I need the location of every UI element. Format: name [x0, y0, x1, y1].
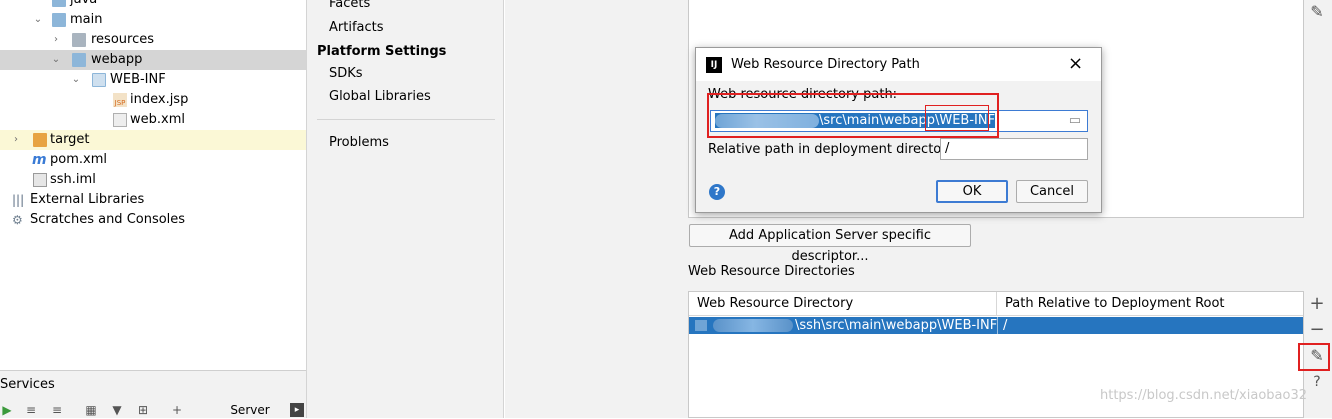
new-tab-icon[interactable]: ⊞: [136, 403, 150, 417]
web-folder-icon: [92, 73, 106, 87]
nav-item-problems[interactable]: Problems: [329, 135, 389, 150]
nav-item-sdks[interactable]: SDKs: [329, 66, 363, 81]
add-server-descriptor-button[interactable]: Add Application Server specific descript…: [689, 224, 971, 264]
expand-panel-icon[interactable]: ▸: [290, 403, 304, 417]
redacted-path: [713, 319, 793, 332]
maven-icon: m: [32, 152, 47, 168]
chevron-down-icon[interactable]: ⌄: [70, 70, 82, 90]
tree-item-scratches[interactable]: ⚙ Scratches and Consoles: [0, 210, 306, 230]
column-header-path[interactable]: Path Relative to Deployment Root: [997, 292, 1303, 316]
scratches-icon: ⚙: [12, 213, 23, 227]
tree-item-pom-xml[interactable]: m pom.xml: [0, 150, 306, 170]
folder-icon: [695, 320, 707, 331]
dialog-title: Web Resource Directory Path: [731, 57, 920, 72]
jsp-file-icon: JSP: [113, 93, 127, 107]
help-icon[interactable]: ?: [1309, 374, 1325, 390]
web-resource-directories-label: Web Resource Directories: [688, 264, 855, 279]
close-icon[interactable]: ×: [1068, 53, 1083, 74]
folder-icon: [72, 53, 86, 67]
cancel-button[interactable]: Cancel: [1016, 180, 1088, 203]
tree-item-web-inf[interactable]: ⌄ WEB-INF: [0, 70, 306, 90]
run-icon[interactable]: ▶: [0, 403, 14, 417]
relative-path-input[interactable]: /: [940, 138, 1088, 160]
services-panel: Services ▶ ≡ ≡ ▦ ▼ ⊞ + Server ▸: [0, 370, 306, 418]
services-toolbar: ▶ ≡ ≡ ▦ ▼ ⊞ + Server ▸: [0, 401, 306, 419]
watermark: https://blog.csdn.net/xiaobao32: [1100, 388, 1307, 403]
resources-folder-icon: [72, 33, 86, 47]
tree-item-ssh-iml[interactable]: ssh.iml: [0, 170, 306, 190]
nav-heading-platform-settings: Platform Settings: [317, 44, 447, 59]
dialog-titlebar[interactable]: IJ Web Resource Directory Path ×: [696, 48, 1101, 81]
tree-item-target[interactable]: › target: [0, 130, 306, 150]
expand-all-icon[interactable]: ≡: [24, 403, 38, 417]
table-row[interactable]: \ssh\src\main\webapp\WEB-INF /: [689, 317, 1303, 334]
tree-item-external-libraries[interactable]: ||| External Libraries: [0, 190, 306, 210]
filter-icon[interactable]: ▼: [110, 403, 124, 417]
folder-icon: [52, 13, 66, 27]
edit-icon[interactable]: ✎: [1309, 4, 1325, 20]
module-file-icon: [33, 173, 47, 187]
libraries-icon: |||: [12, 193, 25, 207]
group-icon[interactable]: ▦: [84, 403, 98, 417]
excluded-folder-icon: [33, 133, 47, 147]
tree-item-java[interactable]: java: [0, 0, 306, 10]
chevron-down-icon[interactable]: ⌄: [32, 10, 44, 30]
nav-item-facets[interactable]: Facets: [329, 0, 370, 11]
intellij-logo-icon: IJ: [706, 57, 722, 73]
tree-item-resources[interactable]: › resources: [0, 30, 306, 50]
row-path: /: [1003, 318, 1008, 333]
services-title: Services: [0, 377, 55, 392]
annotation-highlight: [1298, 343, 1330, 371]
chevron-right-icon[interactable]: ›: [10, 130, 22, 150]
nav-item-global-libraries[interactable]: Global Libraries: [329, 89, 431, 104]
tree-item-webapp[interactable]: ⌄ webapp: [0, 50, 306, 70]
nav-item-artifacts[interactable]: Artifacts: [329, 20, 384, 35]
chevron-right-icon[interactable]: ›: [50, 30, 62, 50]
tree-item-index-jsp[interactable]: JSP index.jsp: [0, 90, 306, 110]
project-tree: java ⌄ main › resources ⌄ webapp ⌄ WEB-I…: [0, 0, 306, 370]
plus-icon[interactable]: +: [1309, 295, 1325, 313]
ok-button[interactable]: OK: [936, 180, 1008, 203]
chevron-down-icon[interactable]: ⌄: [50, 50, 62, 70]
minus-icon[interactable]: −: [1309, 321, 1325, 339]
add-icon[interactable]: +: [170, 403, 184, 417]
help-icon[interactable]: ?: [709, 184, 725, 200]
settings-nav: Facets Artifacts Platform Settings SDKs …: [306, 0, 504, 418]
tree-item-web-xml[interactable]: web.xml: [0, 110, 306, 130]
column-header-directory[interactable]: Web Resource Directory: [689, 292, 997, 316]
annotation-highlight: [925, 105, 989, 131]
folder-icon: [52, 0, 66, 7]
xml-file-icon: [113, 113, 127, 127]
server-tab[interactable]: Server: [230, 403, 270, 417]
row-directory: \ssh\src\main\webapp\WEB-INF: [795, 318, 998, 333]
tree-item-main[interactable]: ⌄ main: [0, 10, 306, 30]
browse-folder-icon[interactable]: ▭: [1069, 111, 1081, 131]
relative-path-label: Relative path in deployment directory:: [708, 142, 958, 157]
collapse-all-icon[interactable]: ≡: [50, 403, 64, 417]
nav-separator: [317, 119, 495, 120]
